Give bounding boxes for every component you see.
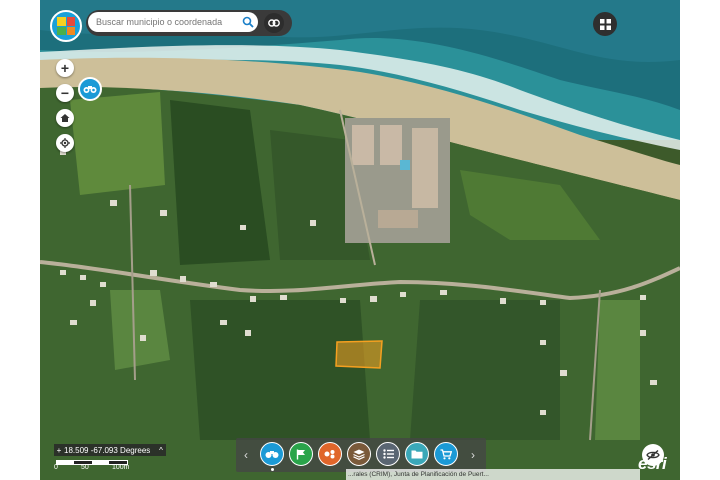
toolbar-prev-button[interactable]: ‹ xyxy=(241,448,251,462)
link-icon xyxy=(268,19,280,27)
locate-button[interactable] xyxy=(56,134,74,152)
flag-icon xyxy=(296,449,305,459)
layers-icon xyxy=(353,449,365,460)
binoculars-tool-button[interactable] xyxy=(260,442,284,466)
minus-icon: − xyxy=(60,85,70,101)
chevron-up-icon[interactable]: ^ xyxy=(156,446,166,455)
search-box xyxy=(88,12,258,32)
binoculars-icon xyxy=(83,86,97,93)
scale-label-100m: 100m xyxy=(112,464,130,471)
satellite-imagery[interactable] xyxy=(40,0,680,480)
locate-icon xyxy=(60,138,70,148)
link-button[interactable] xyxy=(264,13,284,33)
home-icon xyxy=(60,114,70,122)
zoom-in-button[interactable]: + xyxy=(56,59,74,77)
binoculars-button[interactable] xyxy=(78,77,102,101)
crosshair-icon: + xyxy=(56,445,62,455)
analysis-icon xyxy=(324,450,335,459)
coordinate-text: 18.509 -67.093 Degrees xyxy=(64,445,151,455)
binoculars-icon xyxy=(265,451,279,458)
folder-icon xyxy=(411,450,423,459)
map-attribution: ...rales (CRIM), Junta de Planificación … xyxy=(346,469,640,480)
folder-tool-button[interactable] xyxy=(405,442,429,466)
layers-tool-button[interactable] xyxy=(347,442,371,466)
scale-label-0: 0 xyxy=(54,464,58,471)
coordinate-readout: + 18.509 -67.093 Degrees ^ xyxy=(54,444,166,456)
map-canvas[interactable]: + − + 18.509 -67.093 Degrees ^ 0 50 100m… xyxy=(40,0,680,480)
apps-grid-icon xyxy=(599,18,611,30)
parcel-highlight xyxy=(335,340,383,369)
cart-tool-button[interactable] xyxy=(434,442,458,466)
apps-button[interactable] xyxy=(593,12,617,36)
toolbar-next-button[interactable]: › xyxy=(468,448,478,462)
search-bar xyxy=(86,10,292,36)
legend-tool-button[interactable] xyxy=(376,442,400,466)
plus-icon: + xyxy=(60,60,70,76)
list-icon xyxy=(382,449,394,459)
esri-logo: esri xyxy=(638,454,667,473)
search-icon[interactable] xyxy=(240,14,256,30)
analysis-tool-button[interactable] xyxy=(318,442,342,466)
home-button[interactable] xyxy=(56,109,74,127)
cart-icon xyxy=(440,448,452,459)
search-input[interactable] xyxy=(88,16,238,28)
active-indicator xyxy=(271,468,274,471)
scale-label-50: 50 xyxy=(81,464,89,471)
flag-tool-button[interactable] xyxy=(289,442,313,466)
bottom-toolbar: ‹ › xyxy=(236,438,486,472)
app-logo-icon[interactable] xyxy=(50,10,82,42)
scale-bar: 0 50 100m xyxy=(54,458,144,471)
zoom-out-button[interactable]: − xyxy=(56,84,74,102)
